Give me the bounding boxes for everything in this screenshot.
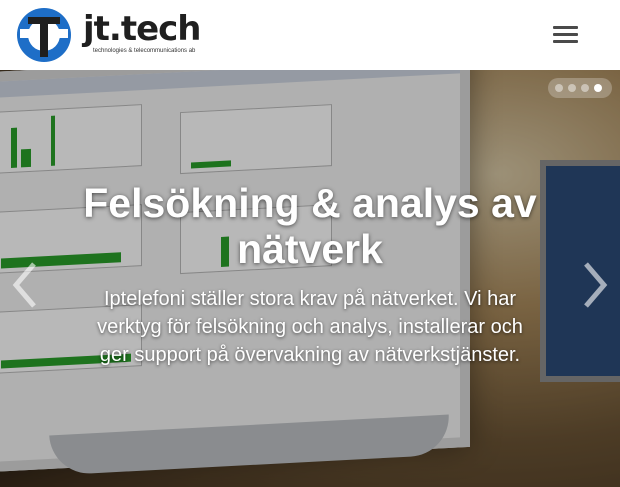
jt-logo-icon[interactable] (16, 7, 72, 63)
slide-description: Iptelefoni ställer stora krav på nätverk… (97, 288, 523, 366)
chevron-left-icon[interactable] (10, 260, 40, 310)
brand-name[interactable]: jt.tech (83, 9, 201, 49)
brand-tagline: technologies & telecommunications ab (93, 48, 196, 54)
chevron-right-icon[interactable] (580, 260, 610, 310)
slide-dot[interactable] (581, 84, 589, 92)
site-header: jt.tech technologies & telecommunication… (0, 0, 620, 70)
slide-dot-active[interactable] (594, 84, 602, 92)
slide-dot[interactable] (568, 84, 576, 92)
slider-pagination (548, 78, 612, 98)
slide-overlay (0, 70, 620, 487)
slide-dot[interactable] (555, 84, 563, 92)
hero-slider: Felsökning & analys av nätverk Iptelefon… (0, 70, 620, 487)
hamburger-icon[interactable] (553, 26, 578, 44)
slide-title: Felsökning & analys av nätverk (83, 180, 537, 272)
